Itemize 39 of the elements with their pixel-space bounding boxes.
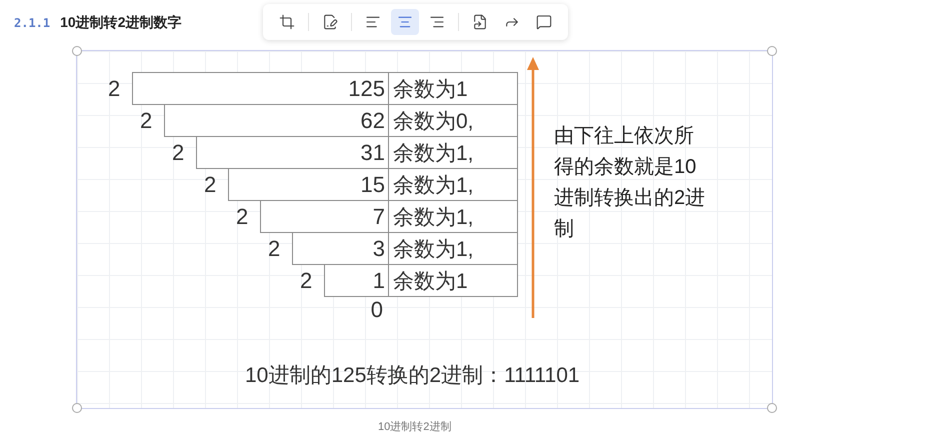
result-text: 10进制的125转换的2进制：1111101 [245,363,581,389]
section-number: 2.1.1 [14,16,50,30]
dividend-cell: 125 [132,72,389,105]
divisor: 2 [171,138,186,166]
remainder-cell: 余数为1, [389,232,518,265]
remainder-cell: 余数为1, [389,168,518,201]
dividend-cell: 1 [324,264,389,297]
divisor: 2 [139,106,154,134]
remainder-cell: 余数为1 [389,72,518,105]
remainder-cell: 余数为1, [389,136,518,169]
align-center-icon [397,14,413,30]
explanation-text: 由下往上依次所得的余数就是10进制转换出的2进制 [554,124,706,242]
section-title: 10进制转2进制数字 [60,14,182,32]
divisor: 2 [235,202,250,230]
edit-note-icon [322,14,338,30]
divisor: 2 [107,74,122,102]
dividend-cell: 31 [196,136,389,169]
divisor: 2 [267,234,282,262]
dividend-cell: 7 [260,200,389,233]
document-link-icon [472,14,488,30]
comment-icon [536,14,552,30]
resize-handle[interactable] [767,46,777,56]
resize-handle[interactable] [72,46,82,56]
divisor: 2 [203,170,218,198]
align-left-icon [365,14,381,30]
divisor: 2 [299,266,314,294]
dividend-cell: 15 [228,168,389,201]
align-right-icon [429,14,445,30]
dividend-cell: 3 [292,232,389,265]
final-quotient: 0 [370,297,383,323]
align-center-button[interactable] [391,9,419,35]
crop-icon [279,14,295,30]
remainder-cell: 余数为1, [389,200,518,233]
resize-handle[interactable] [767,403,777,413]
remainder-cell: 余数为1 [389,264,518,297]
remainder-cell: 余数为0, [389,104,518,137]
diagram-caption: 10进制转2进制 [378,420,452,434]
dividend-cell: 62 [164,104,389,137]
resize-handle[interactable] [72,403,82,413]
